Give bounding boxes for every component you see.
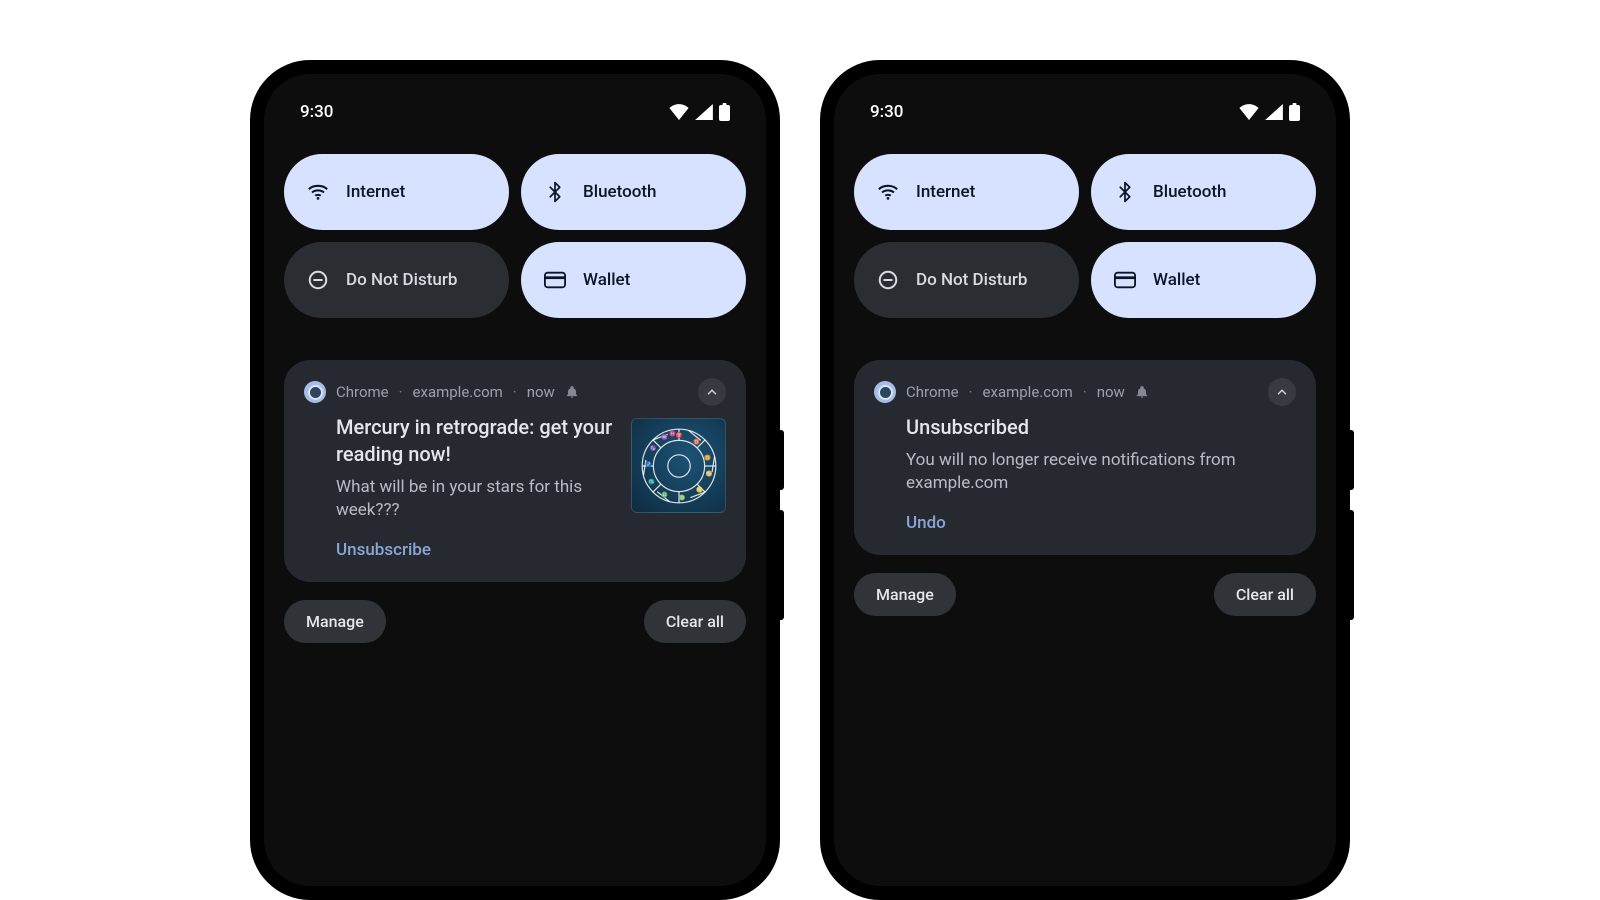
time-label: now (527, 383, 555, 401)
svg-text:♎: ♎ (661, 490, 668, 498)
svg-text:♏: ♏ (648, 477, 655, 485)
quick-settings: Internet Bluetooth Do Not Disturb Wallet (284, 154, 746, 318)
clock: 9:30 (300, 102, 333, 122)
qs-tile-label: Do Not Disturb (346, 270, 457, 290)
notification-footer: Manage Clear all (854, 573, 1316, 616)
quick-settings: Internet Bluetooth Do Not Disturb Wallet (854, 154, 1316, 318)
notification-card[interactable]: Chrome · example.com · now Mercury in re… (284, 360, 746, 582)
qs-tile-label: Internet (346, 182, 405, 202)
site-name: example.com (413, 383, 503, 401)
notification-body: Mercury in retrograde: get your reading … (304, 412, 726, 560)
notification-card[interactable]: Chrome · example.com · now Unsubscribed … (854, 360, 1316, 555)
notification-body: Unsubscribed You will no longer receive … (874, 412, 1296, 533)
notification-description: You will no longer receive notifications… (906, 449, 1296, 495)
wallet-icon (1113, 268, 1137, 292)
notification-title: Mercury in retrograde: get your reading … (336, 414, 617, 468)
qs-tile-dnd[interactable]: Do Not Disturb (854, 242, 1079, 318)
bell-icon (565, 385, 579, 399)
screen-left: 9:30 Internet Bluetooth (264, 74, 766, 886)
wifi-icon (1239, 104, 1259, 120)
dnd-icon (306, 268, 330, 292)
collapse-button[interactable] (1268, 378, 1296, 406)
qs-tile-bluetooth[interactable]: Bluetooth (521, 154, 746, 230)
screen-right: 9:30 Internet Bluetooth (834, 74, 1336, 886)
status-bar: 9:30 (284, 98, 746, 126)
wifi-icon (669, 104, 689, 120)
phone-frame-left: 9:30 Internet Bluetooth (250, 60, 780, 900)
status-icons (1239, 103, 1300, 121)
qs-tile-internet[interactable]: Internet (284, 154, 509, 230)
status-bar: 9:30 (854, 98, 1316, 126)
battery-icon (1289, 103, 1300, 121)
svg-text:♑: ♑ (649, 444, 656, 452)
volume-button[interactable] (780, 510, 784, 620)
time-label: now (1097, 383, 1125, 401)
qs-tile-bluetooth[interactable]: Bluetooth (1091, 154, 1316, 230)
manage-button[interactable]: Manage (284, 600, 386, 643)
chrome-icon (874, 381, 896, 403)
undo-button[interactable]: Undo (906, 513, 946, 533)
notification-header: Chrome · example.com · now (874, 378, 1296, 406)
chrome-icon (304, 381, 326, 403)
unsubscribe-button[interactable]: Unsubscribe (336, 540, 431, 560)
qs-tile-label: Wallet (583, 270, 630, 290)
signal-icon (1265, 104, 1283, 120)
qs-tile-wallet[interactable]: Wallet (521, 242, 746, 318)
app-name: Chrome (336, 383, 389, 401)
phone-frame-right: 9:30 Internet Bluetooth (820, 60, 1350, 900)
clock: 9:30 (870, 102, 903, 122)
qs-tile-label: Internet (916, 182, 975, 202)
svg-text:♊: ♊ (704, 453, 711, 461)
chevron-up-icon (705, 385, 719, 399)
qs-tile-label: Do Not Disturb (916, 270, 1027, 290)
separator: · (399, 383, 403, 401)
manage-button[interactable]: Manage (854, 573, 956, 616)
qs-tile-label: Bluetooth (1153, 182, 1227, 202)
wifi-icon (876, 180, 900, 204)
bluetooth-icon (1113, 180, 1137, 204)
bell-icon (1135, 385, 1149, 399)
notification-footer: Manage Clear all (284, 600, 746, 643)
power-button[interactable] (1350, 430, 1354, 490)
qs-tile-wallet[interactable]: Wallet (1091, 242, 1316, 318)
qs-tile-internet[interactable]: Internet (854, 154, 1079, 230)
battery-icon (719, 103, 730, 121)
qs-tile-label: Wallet (1153, 270, 1200, 290)
clear-all-button[interactable]: Clear all (644, 600, 746, 643)
qs-tile-dnd[interactable]: Do Not Disturb (284, 242, 509, 318)
separator: · (513, 383, 517, 401)
zodiac-wheel-icon: ♈♉♊ ♋♌♍ ♎♏♐ ♑♒♓ (639, 426, 719, 506)
separator: · (1083, 383, 1087, 401)
collapse-button[interactable] (698, 378, 726, 406)
separator: · (969, 383, 973, 401)
qs-tile-label: Bluetooth (583, 182, 657, 202)
clear-all-button[interactable]: Clear all (1214, 573, 1316, 616)
notification-thumbnail: ♈♉♊ ♋♌♍ ♎♏♐ ♑♒♓ (631, 418, 726, 513)
notification-description: What will be in your stars for this week… (336, 476, 617, 522)
dnd-icon (876, 268, 900, 292)
wifi-icon (306, 180, 330, 204)
app-name: Chrome (906, 383, 959, 401)
status-icons (669, 103, 730, 121)
svg-text:♍: ♍ (678, 493, 685, 501)
signal-icon (695, 104, 713, 120)
power-button[interactable] (780, 430, 784, 490)
bluetooth-icon (543, 180, 567, 204)
notification-title: Unsubscribed (906, 414, 1296, 441)
site-name: example.com (983, 383, 1073, 401)
chevron-up-icon (1275, 385, 1289, 399)
notification-header: Chrome · example.com · now (304, 378, 726, 406)
wallet-icon (543, 268, 567, 292)
volume-button[interactable] (1350, 510, 1354, 620)
